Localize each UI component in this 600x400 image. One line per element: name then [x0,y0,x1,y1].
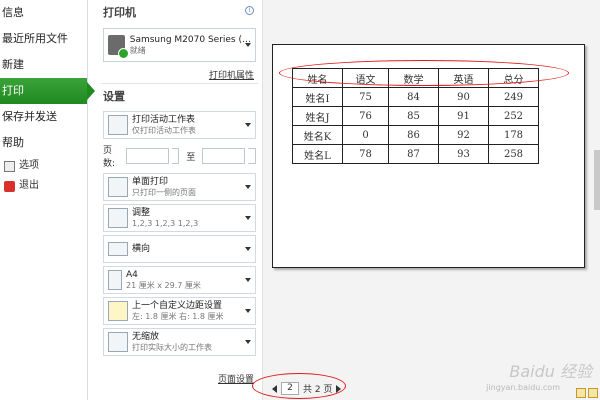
table-cell: 姓名J [292,106,343,126]
nav-help[interactable]: 帮助 [0,130,87,156]
margins-icon [108,301,128,321]
margins-select[interactable]: 上一个自定义边距设置 左: 1.8 厘米 右: 1.8 厘米 [103,297,256,325]
table-row: 姓名K 0 86 92 178 [292,125,539,145]
scope-sub: 仅打印活动工作表 [132,125,196,135]
orientation-select[interactable]: 横向 [103,235,256,263]
nav-options[interactable]: 选项 [0,156,87,176]
sides-select[interactable]: 单面打印 只打印一侧的页面 [103,173,256,201]
table-cell: 252 [488,106,539,126]
scaling-label: 无缩放 [132,331,160,342]
collate-select[interactable]: 调整 1,2,3 1,2,3 1,2,3 [103,204,256,232]
chevron-down-icon [245,216,251,220]
chevron-down-icon [245,309,251,313]
nav-exit[interactable]: 退出 [0,176,87,196]
pager-annotation-ellipse [252,373,346,399]
table-cell: 75 [342,87,389,107]
print-settings-panel: 打印机 i Samsung M2070 Series (… 就绪 打印机属性 设… [97,0,262,400]
zoom-page-button[interactable] [588,388,598,398]
scaling-sub: 打印实际大小的工作表 [132,342,212,352]
sides-sub: 只打印一侧的页面 [132,187,196,197]
table-cell: 84 [388,87,439,107]
settings-section-title: 设置 [103,90,125,103]
header-annotation-ellipse [279,60,569,86]
landscape-icon [108,242,128,256]
scaling-icon [108,332,128,352]
exit-icon [4,180,15,192]
table-cell: 92 [438,125,489,145]
printer-section-title: 打印机 [103,6,136,19]
nav-new[interactable]: 新建 [0,52,87,78]
table-cell: 249 [488,87,539,107]
nav-info[interactable]: 信息 [0,0,87,26]
table-row: 姓名J 76 85 91 252 [292,106,539,126]
pages-to-label: 至 [186,152,196,163]
chevron-down-icon [245,278,251,282]
table-cell: 86 [388,125,439,145]
printer-status: 就绪 [129,45,146,55]
chevron-down-icon [245,123,251,127]
margins-sub: 左: 1.8 厘米 右: 1.8 厘米 [132,311,224,321]
pages-to-input[interactable] [202,148,246,164]
backstage-nav: 信息 最近所用文件 新建 打印 保存并发送 帮助 选项 退出 [0,0,95,400]
table-cell: 78 [342,144,389,164]
table-cell: 85 [388,106,439,126]
paper-sub: 21 厘米 x 29.7 厘米 [126,280,201,290]
paper-label: A4 [126,269,138,280]
table-row: 姓名L 78 87 93 258 [292,144,539,164]
nav-save-send[interactable]: 保存并发送 [0,104,87,130]
nav-options-label: 选项 [19,160,39,171]
printer-select[interactable]: Samsung M2070 Series (… 就绪 [103,28,256,62]
scope-label: 打印活动工作表 [132,114,196,125]
paper-icon [108,270,122,290]
table-cell: 姓名I [292,87,343,107]
table-cell: 0 [342,125,389,145]
printer-name: Samsung M2070 Series (… [129,34,251,45]
pages-to-spinner[interactable] [248,148,256,164]
printer-icon [108,35,129,59]
watermark-url: jingyan.baidu.com [486,383,560,392]
table-cell: 91 [438,106,489,126]
pages-from-spinner[interactable] [171,148,180,164]
pages-range: 页数: 至 [103,143,256,169]
print-scope-select[interactable]: 打印活动工作表 仅打印活动工作表 [103,111,256,139]
chevron-down-icon [245,43,251,47]
info-icon[interactable]: i [245,6,254,15]
nav-exit-label: 退出 [19,180,39,191]
table-cell: 姓名K [292,125,343,145]
table-cell: 姓名L [292,144,343,164]
sides-label: 单面打印 [132,176,169,187]
pages-label: 页数: [103,146,116,169]
orientation-label: 横向 [132,243,151,254]
chevron-down-icon [245,185,251,189]
margins-label: 上一个自定义边距设置 [132,300,223,311]
one-sided-icon [108,177,128,197]
ready-check-icon [117,48,129,59]
table-cell: 258 [488,144,539,164]
printer-properties-link[interactable]: 打印机属性 [97,66,262,83]
chevron-down-icon [245,247,251,251]
scaling-select[interactable]: 无缩放 打印实际大小的工作表 [103,328,256,356]
table-cell: 90 [438,87,489,107]
table-cell: 76 [342,106,389,126]
table-cell: 87 [388,144,439,164]
collate-label: 调整 [132,207,151,218]
options-icon [4,160,15,172]
collate-sub: 1,2,3 1,2,3 1,2,3 [132,218,199,228]
table-cell: 93 [438,144,489,164]
table-cell: 178 [488,125,539,145]
show-margins-button[interactable] [576,388,586,398]
pages-from-input[interactable] [125,148,169,164]
paper-size-select[interactable]: A4 21 厘米 x 29.7 厘米 [103,266,256,294]
sheet-icon [108,115,128,135]
table-row: 姓名I 75 84 90 249 [292,87,539,107]
watermark: Baidu 经验 [509,362,592,381]
preview-scrollbar[interactable] [594,150,600,210]
chevron-down-icon [245,340,251,344]
nav-print[interactable]: 打印 [0,78,95,104]
collate-icon [108,208,128,228]
nav-recent[interactable]: 最近所用文件 [0,26,87,52]
